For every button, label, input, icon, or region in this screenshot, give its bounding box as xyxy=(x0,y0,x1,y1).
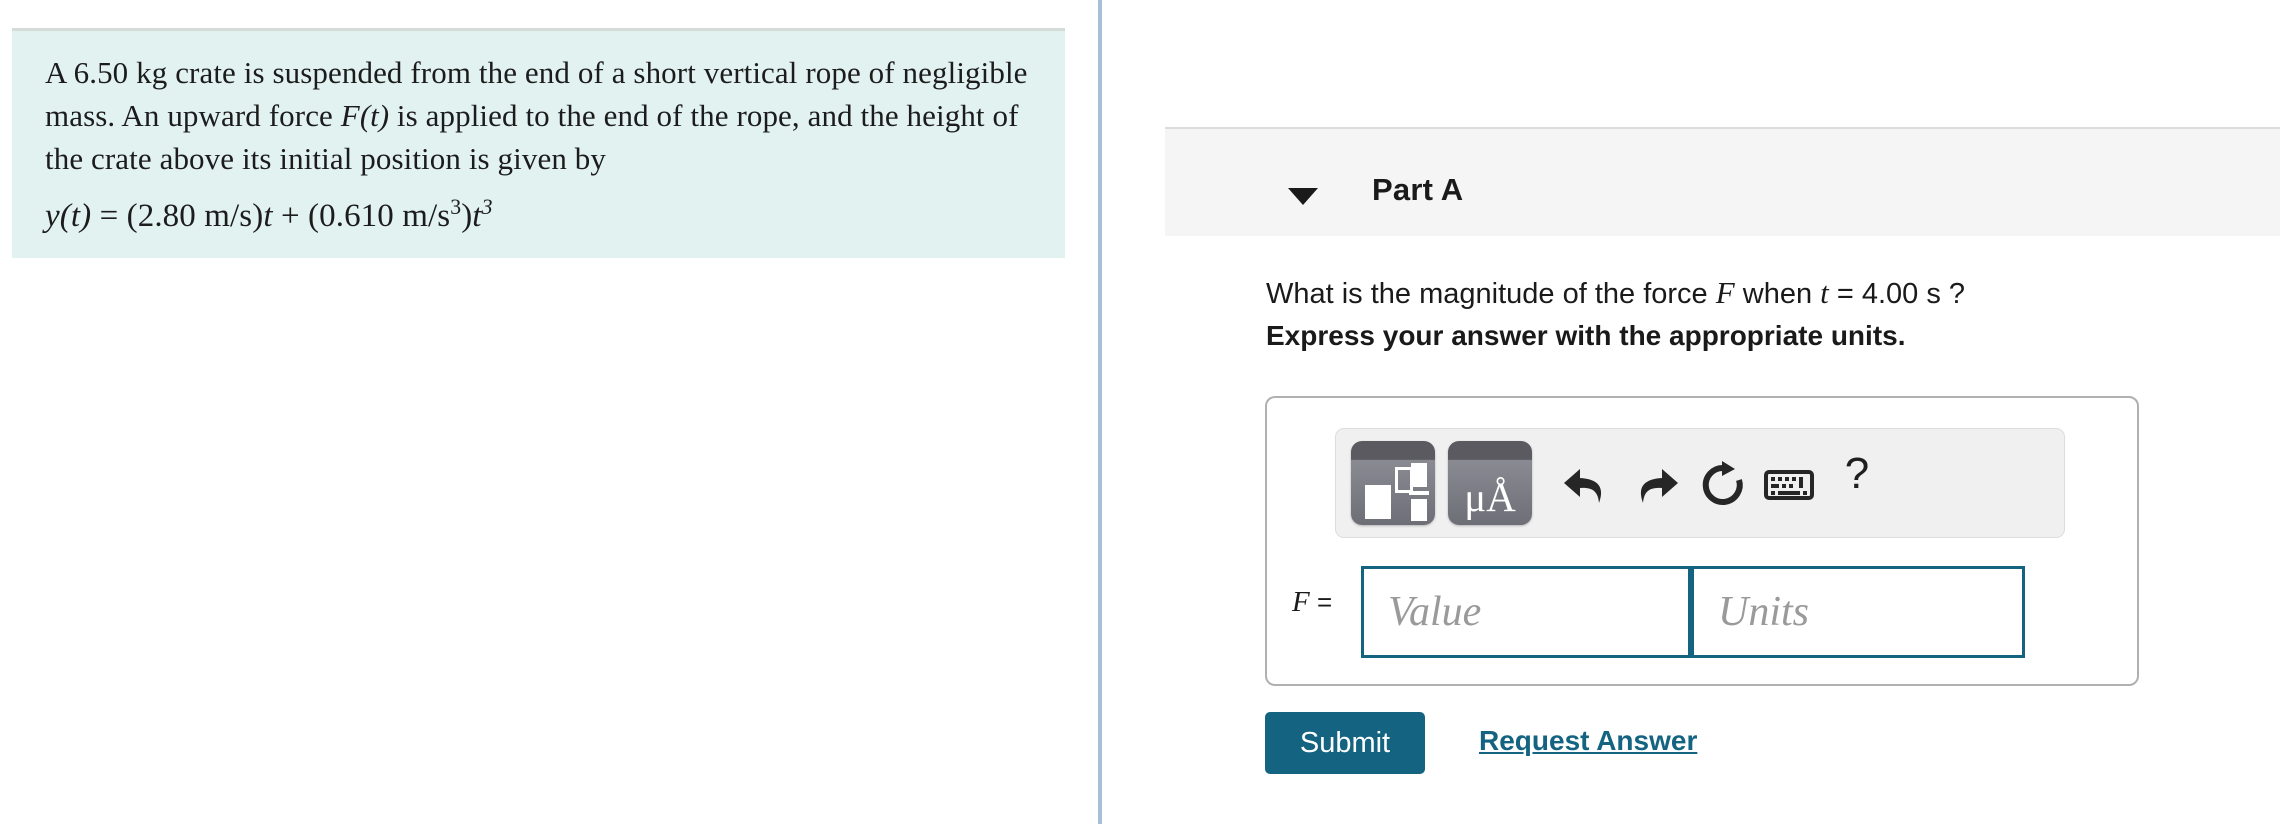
question-middle: when xyxy=(1734,278,1821,310)
height-formula: y(t) = (2.80 m/s)t + (0.610 m/s3)t3 xyxy=(45,186,1035,238)
force-argument: (t) xyxy=(359,98,390,133)
formula-equals: = xyxy=(99,198,119,234)
problem-panel: A 6.50 kg crate is suspended from the en… xyxy=(0,0,1098,824)
keyboard-icon[interactable] xyxy=(1760,455,1818,513)
formula-term2-close: ) xyxy=(461,198,473,234)
micro-angstrom-label: μÅ xyxy=(1464,474,1516,520)
answer-entry-box: μÅ ? F = Value Units xyxy=(1265,396,2139,686)
undo-arrow-icon[interactable] xyxy=(1558,455,1616,513)
formula-plus: + xyxy=(280,198,300,234)
template-square-bottom xyxy=(1411,499,1427,521)
answer-equals-sign: = xyxy=(1316,587,1333,617)
formula-term1-open: (2.80 xyxy=(126,198,205,234)
answer-instruction: Express your answer with the appropriate… xyxy=(1266,320,1906,351)
submit-button[interactable]: Submit xyxy=(1265,712,1425,774)
question-mark-icon[interactable]: ? xyxy=(1828,449,1886,519)
template-square-large xyxy=(1365,485,1391,519)
micro-angstrom-icon[interactable]: μÅ xyxy=(1448,441,1532,525)
part-title: Part A xyxy=(1372,172,1464,207)
formula-term2-unit: m/s xyxy=(402,198,451,234)
force-symbol: F xyxy=(340,98,360,133)
redo-arrow-icon[interactable] xyxy=(1626,455,1684,513)
question-time-symbol: t xyxy=(1820,275,1829,310)
answer-variable-label: F = xyxy=(1292,586,1332,619)
formula-y-arg: (t) xyxy=(59,198,92,234)
math-template-icon[interactable] xyxy=(1351,441,1435,525)
template-square-top xyxy=(1411,463,1427,487)
formula-y: y xyxy=(45,198,60,234)
answer-variable-symbol: F xyxy=(1292,586,1310,618)
reset-circular-arrow-icon[interactable] xyxy=(1694,455,1752,513)
part-a-header[interactable]: Part A xyxy=(1165,127,2280,236)
request-answer-link[interactable]: Request Answer xyxy=(1479,725,1697,757)
units-input[interactable] xyxy=(1691,566,2025,658)
question-force-symbol: F xyxy=(1715,275,1735,310)
question-time-value: = 4.00 s ? xyxy=(1828,278,1966,310)
template-fraction-bar xyxy=(1409,491,1429,495)
math-toolbar: μÅ ? xyxy=(1335,428,2065,538)
question-prefix: What is the magnitude of the force xyxy=(1266,278,1716,310)
question-text: What is the magnitude of the force F whe… xyxy=(1266,275,1965,311)
problem-statement-text: A 6.50 kg crate is suspended from the en… xyxy=(45,51,1035,238)
formula-term2-var-exponent: 3 xyxy=(481,195,493,219)
formula-term2-open: (0.610 xyxy=(308,198,403,234)
formula-term1-close: ) xyxy=(252,198,264,234)
answer-panel: Part A What is the magnitude of the forc… xyxy=(1102,0,2280,824)
formula-term2-unit-exponent: 3 xyxy=(450,195,462,219)
problem-statement-box: A 6.50 kg crate is suspended from the en… xyxy=(12,28,1065,258)
value-input[interactable] xyxy=(1361,566,1691,658)
formula-term1-var: t xyxy=(263,198,273,234)
formula-term1-unit: m/s xyxy=(204,198,253,234)
unit-kilogram: kg xyxy=(136,55,168,90)
chevron-down-icon[interactable] xyxy=(1288,188,1318,205)
formula-term2-var: t xyxy=(472,198,482,234)
problem-text-segment-1: A 6.50 xyxy=(45,55,137,90)
